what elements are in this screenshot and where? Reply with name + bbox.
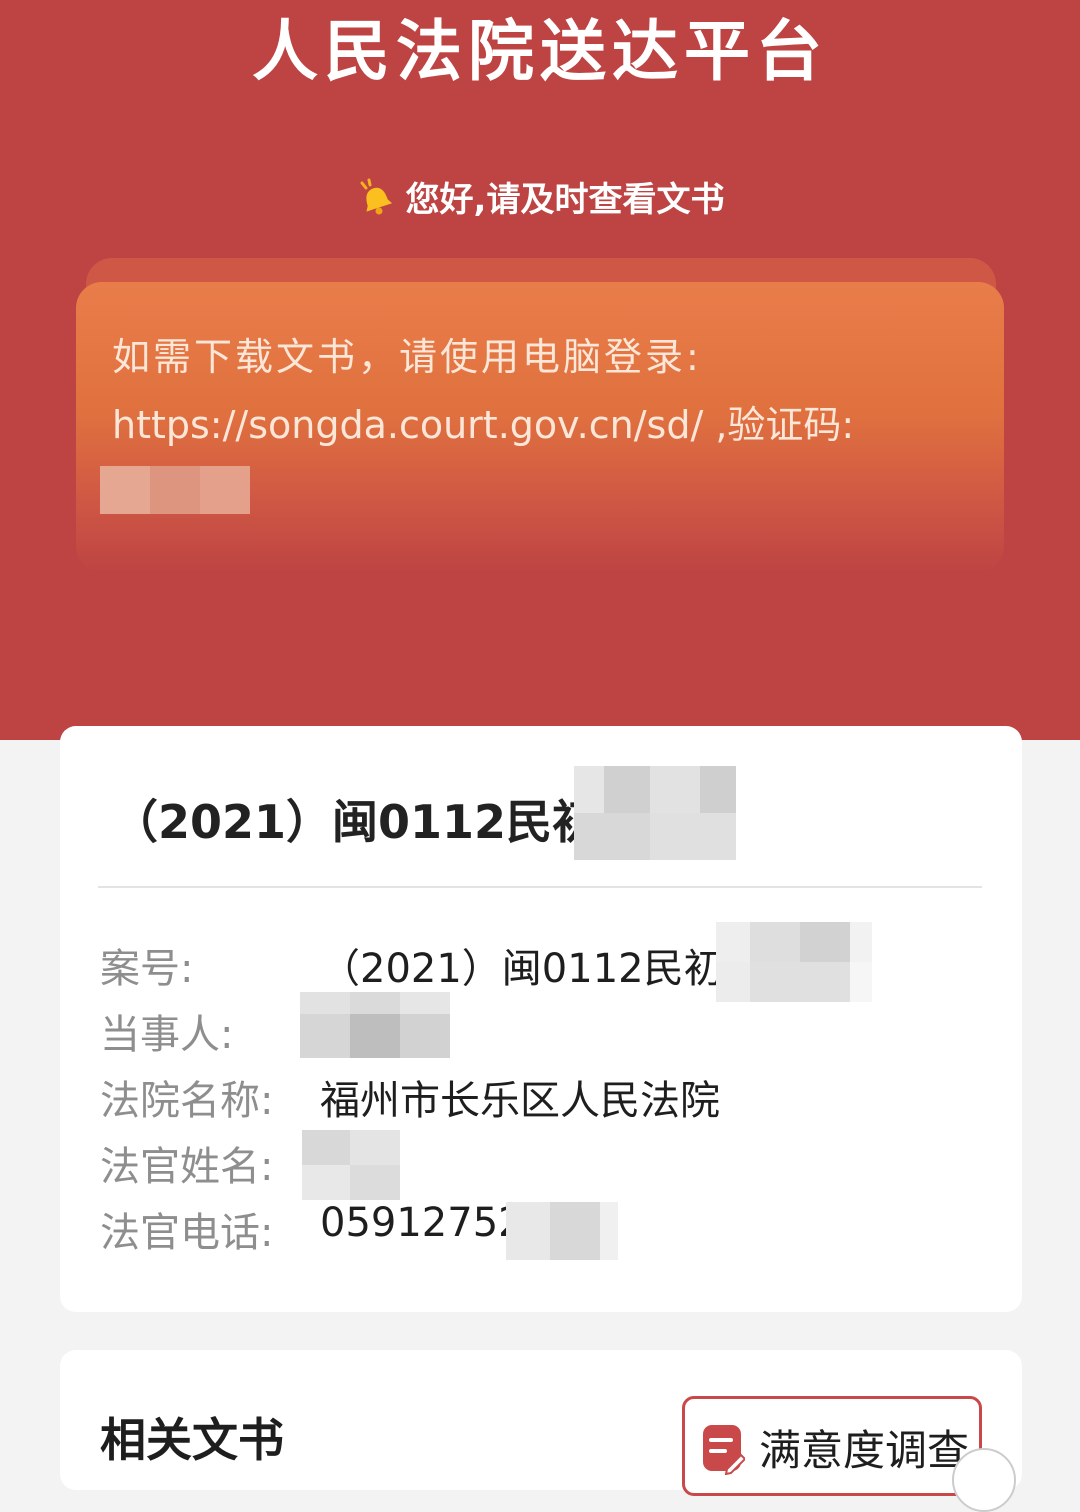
judge-name-label: 法官姓名: [100,1144,274,1190]
survey-icon [703,1425,745,1475]
court-name-label: 法院名称: [100,1078,274,1124]
case-title: （2021）闽0112民初 [112,795,599,849]
survey-label: 满意度调查 [759,1426,970,1475]
greeting-bar: 您好,请及时查看文书 [0,172,1080,221]
court-name-value: 福州市长乐区人民法院 [320,1078,720,1124]
judge-phone-redaction [506,1202,618,1260]
party-redaction [300,992,450,1058]
case-title-redaction [574,766,736,860]
bell-icon [360,178,392,214]
download-url[interactable]: https://songda.court.gov.cn/sd/ ,验证码: [112,394,854,449]
judge-phone-value: 05912752 [320,1200,524,1246]
case-number-redaction [716,922,872,1002]
floating-action-button[interactable] [952,1448,1016,1512]
documents-title: 相关文书 [100,1413,284,1467]
case-number-label: 案号: [100,946,194,992]
case-number-value: （2021）闽0112民初 [320,946,724,992]
verification-code-redaction [100,466,250,514]
download-hint: 如需下载文书，请使用电脑登录: [112,335,702,379]
greeting-text: 您好,请及时查看文书 [405,180,725,220]
party-label: 当事人: [100,1012,234,1058]
satisfaction-survey-button[interactable]: 满意度调查 [682,1396,982,1496]
judge-name-redaction [302,1130,400,1200]
card-divider [98,886,982,888]
app-title: 人民法院送达平台 [252,13,828,90]
judge-phone-label: 法官电话: [100,1210,274,1256]
